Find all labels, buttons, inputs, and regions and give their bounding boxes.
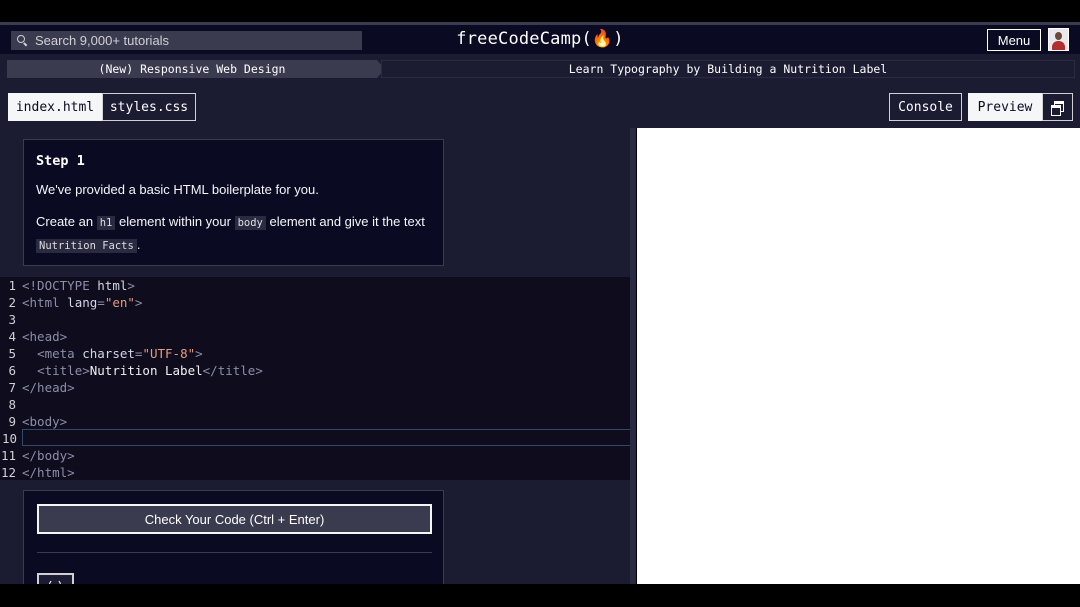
instruction-text: . [136, 237, 141, 252]
code-line[interactable]: 6 <title>Nutrition Label</title> [0, 362, 634, 379]
instruction-paragraph-1: We've provided a basic HTML boilerplate … [36, 182, 319, 197]
pane-resize-handle[interactable] [630, 128, 636, 584]
instruction-text: element and give it the text [265, 214, 425, 229]
breadcrumb-block[interactable]: Learn Typography by Building a Nutrition… [381, 60, 1075, 78]
code-line[interactable]: 4 <head> [0, 328, 634, 345]
preview-pane [637, 128, 1080, 584]
avatar-head [1055, 32, 1062, 40]
inline-code: h1 [96, 216, 116, 230]
breadcrumb: (New) Responsive Web Design Learn Typogr… [0, 54, 1080, 82]
code-line[interactable]: 3 [0, 311, 634, 328]
line-code: <meta charset="UTF-8"> [37, 346, 203, 361]
line-number: 3 [8, 312, 16, 327]
top-black-bar [0, 0, 1080, 22]
check-code-button[interactable]: Check Your Code (Ctrl + Enter) [37, 504, 432, 534]
line-code: </body> [22, 448, 75, 463]
line-number: 9 [8, 414, 16, 429]
line-number: 11 [0, 448, 16, 463]
divider [37, 552, 432, 553]
search-icon [17, 35, 28, 46]
instruction-paragraph-2: Create an h1 element within your body el… [36, 211, 431, 257]
code-line[interactable]: 1 <!DOCTYPE html> [0, 277, 634, 294]
line-number: 4 [8, 329, 16, 344]
editor-toolbar: index.html styles.css Console Preview [0, 82, 1080, 128]
line-number: 7 [8, 380, 16, 395]
line-code: <html lang="en"> [22, 295, 143, 310]
line-number: 6 [8, 363, 16, 378]
code-line[interactable]: 2 <html lang="en"> [0, 294, 634, 311]
step-title: Step 1 [36, 153, 85, 169]
line-number: 2 [8, 295, 16, 310]
code-line[interactable]: 9 <body> [0, 413, 634, 430]
line-code: <body> [22, 414, 68, 429]
preview-button[interactable]: Preview [968, 93, 1042, 121]
instructions-panel: Step 1 We've provided a basic HTML boile… [23, 139, 444, 266]
tab-index-html[interactable]: index.html [8, 93, 102, 121]
reset-button[interactable] [37, 573, 74, 584]
code-line[interactable]: 11 </body> [0, 447, 634, 464]
line-code: <title>Nutrition Label</title> [37, 363, 263, 378]
line-number: 8 [8, 397, 16, 412]
tab-styles-css[interactable]: styles.css [102, 93, 196, 121]
popout-icon [1051, 101, 1064, 116]
code-line[interactable]: 7 </head> [0, 379, 634, 396]
left-pane: Step 1 We've provided a basic HTML boile… [0, 128, 636, 584]
line-number: 1 [8, 278, 16, 293]
breadcrumb-superblock[interactable]: (New) Responsive Web Design [7, 60, 385, 78]
line-code: <!DOCTYPE html> [22, 278, 135, 293]
line-number: 10 [1, 431, 17, 446]
search-input[interactable] [35, 33, 335, 48]
avatar-body [1052, 41, 1065, 50]
actions-panel: Check Your Code (Ctrl + Enter) [23, 490, 444, 584]
bottom-black-bar [0, 584, 1080, 607]
menu-button[interactable]: Menu [987, 29, 1041, 51]
code-line[interactable]: 5 <meta charset="UTF-8"> [0, 345, 634, 362]
nav-bar: freeCodeCamp(🔥) Menu [0, 25, 1080, 54]
code-line[interactable]: 8 [0, 396, 634, 413]
line-code: <head> [22, 329, 68, 344]
line-number: 12 [0, 465, 16, 480]
popout-preview-button[interactable] [1042, 93, 1073, 121]
line-number: 5 [8, 346, 16, 361]
inline-code: body [234, 216, 266, 230]
code-editor[interactable]: 1 <!DOCTYPE html> 2 <html lang="en"> 3 4 <h… [0, 277, 634, 480]
search-box[interactable] [11, 31, 362, 50]
code-line[interactable]: 12 </html> [0, 464, 634, 481]
console-button[interactable]: Console [889, 93, 962, 121]
line-code: </head> [22, 380, 75, 395]
instruction-text: Create an [36, 214, 97, 229]
code-line-active[interactable]: 10 [2, 429, 633, 446]
avatar[interactable] [1048, 28, 1069, 51]
inline-code: Nutrition Facts [36, 239, 137, 253]
line-code: </html> [22, 465, 75, 480]
instruction-text: element within your [115, 214, 235, 229]
